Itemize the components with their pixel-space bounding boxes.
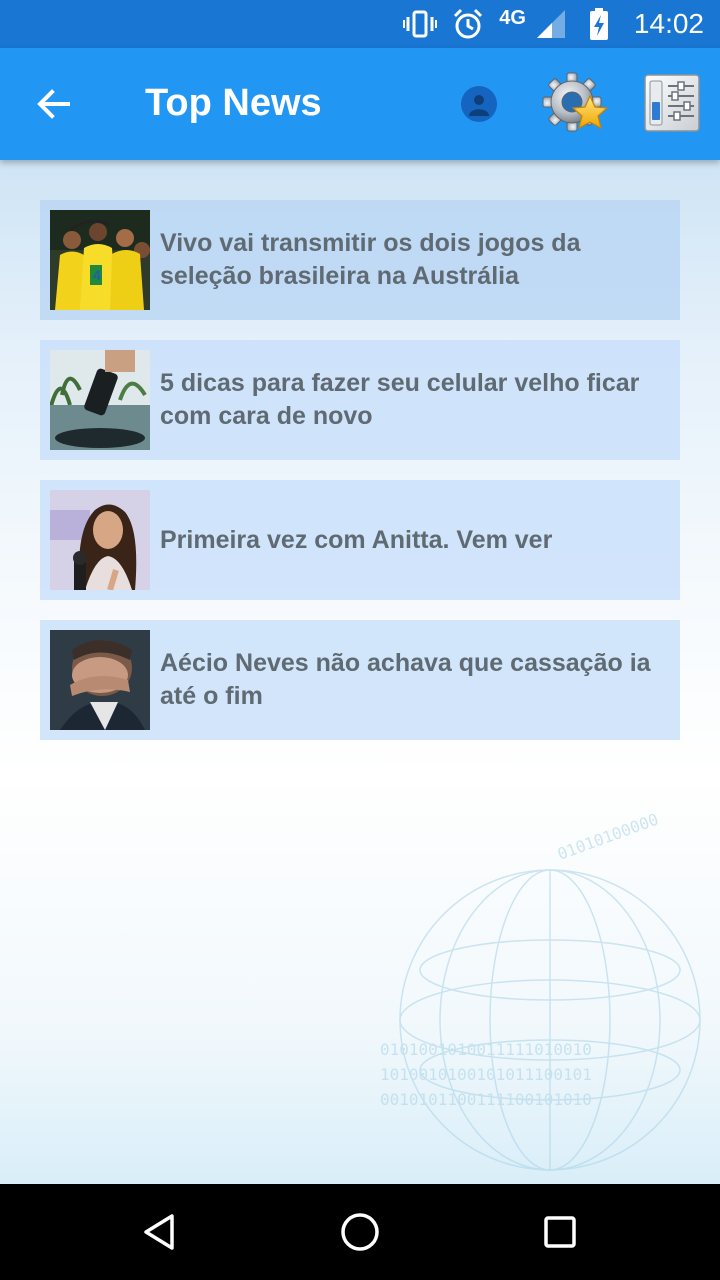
news-content[interactable]: 0101001010011111010010 10100101001010111… — [0, 160, 720, 1184]
back-arrow-icon[interactable] — [30, 80, 78, 128]
news-title: 5 dicas para fazer seu celular velho fic… — [160, 369, 640, 430]
news-title: Aécio Neves não achava que cassação ia a… — [160, 649, 651, 710]
recents-square-icon[interactable] — [536, 1208, 584, 1256]
navigation-bar — [0, 1184, 720, 1280]
home-circle-icon[interactable] — [336, 1208, 384, 1256]
status-bar: 4G 14:02 — [0, 0, 720, 48]
news-list: 4 Vivo vai transmitir os dois jogos da s… — [40, 200, 680, 760]
soccer-players-thumbnail: 4 — [50, 210, 150, 310]
settings-sliders-icon[interactable] — [644, 74, 700, 132]
vibrate-icon — [403, 7, 438, 41]
battery-charging-icon — [582, 7, 616, 41]
svg-text:01010100000: 01010100000 — [555, 810, 661, 864]
alarm-icon — [451, 7, 485, 41]
app-bar: Top News — [0, 48, 720, 160]
news-item[interactable]: Primeira vez com Anitta. Vem ver — [40, 480, 680, 600]
signal-icon — [534, 7, 568, 41]
network-type: 4G — [499, 6, 526, 29]
clock: 14:02 — [633, 8, 704, 39]
back-triangle-icon[interactable] — [136, 1208, 184, 1256]
news-item[interactable]: Aécio Neves não achava que cassação ia a… — [40, 620, 680, 740]
woman-microphone-thumbnail — [50, 490, 150, 590]
person-icon[interactable] — [461, 86, 497, 122]
svg-text:0010101100111100101010: 0010101100111100101010 — [380, 1090, 592, 1109]
news-title: Primeira vez com Anitta. Vem ver — [160, 525, 553, 554]
page-title: Top News — [145, 82, 322, 124]
man-hand-on-face-thumbnail — [50, 630, 150, 730]
phone-over-water-thumbnail — [50, 350, 150, 450]
news-item[interactable]: 4 Vivo vai transmitir os dois jogos da s… — [40, 200, 680, 320]
news-title: Vivo vai transmitir os dois jogos da sel… — [160, 229, 581, 290]
globe-background-image: 0101001010011111010010 10100101001010111… — [380, 810, 701, 1171]
gear-star-icon[interactable] — [542, 70, 610, 138]
news-item[interactable]: 5 dicas para fazer seu celular velho fic… — [40, 340, 680, 460]
svg-text:1010010100101011100101: 1010010100101011100101 — [380, 1065, 592, 1084]
svg-text:4: 4 — [93, 267, 101, 283]
svg-text:0101001010011111010010: 0101001010011111010010 — [380, 1040, 592, 1059]
